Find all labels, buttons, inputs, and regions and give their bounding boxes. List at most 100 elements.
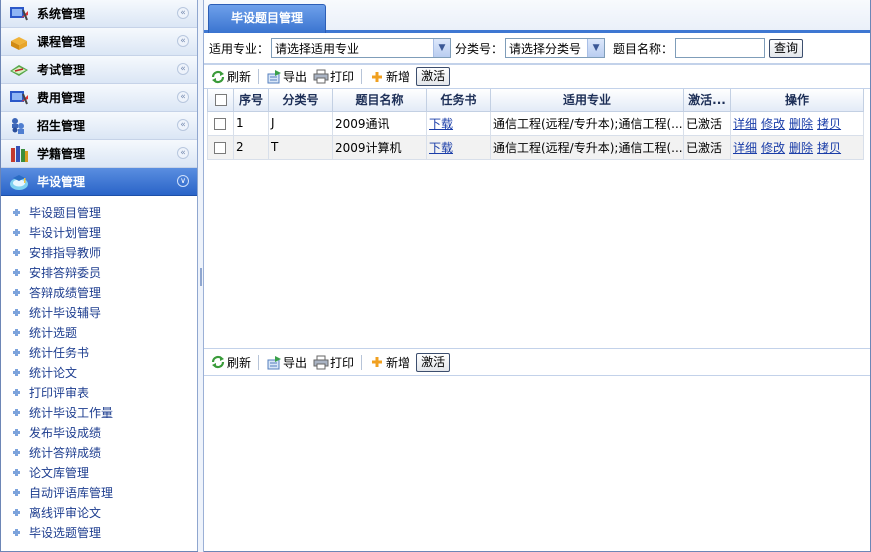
splitter-grip-icon[interactable]: [200, 268, 202, 286]
title-search-input[interactable]: [675, 38, 766, 58]
select-all-checkbox[interactable]: [214, 94, 227, 107]
row-checkbox[interactable]: [214, 141, 226, 154]
detail-link[interactable]: 详细: [733, 141, 757, 155]
bullet-icon: [13, 408, 20, 416]
column-header[interactable]: 适用专业: [490, 89, 684, 112]
course-icon: [8, 33, 30, 51]
books-icon: [8, 145, 30, 163]
activate-button[interactable]: 激活: [416, 352, 451, 372]
table-row: 2 T 2009计算机 下载 通信工程(远程/专升本);通信工程(... 已激活…: [207, 134, 864, 160]
row-category: T: [268, 134, 333, 160]
delete-link[interactable]: 删除: [789, 141, 813, 155]
refresh-button[interactable]: 刷新: [210, 354, 251, 371]
query-button[interactable]: 查询: [769, 38, 804, 58]
row-select-cell: [207, 134, 234, 160]
bullet-icon: [13, 528, 20, 536]
nav-section-course[interactable]: 课程管理 «: [1, 28, 197, 56]
title-label: 题目名称：: [613, 41, 674, 56]
sidebar-subitem[interactable]: 统计毕设辅导: [1, 302, 197, 322]
row-task-cell: 下载: [426, 110, 491, 136]
sidebar-subitem[interactable]: 毕设选题管理: [1, 522, 197, 542]
sidebar-subitem[interactable]: 统计答辩成绩: [1, 442, 197, 462]
print-button[interactable]: 打印: [313, 68, 354, 85]
nav-section-fee[interactable]: 费用管理 «: [1, 84, 197, 112]
topics-table: 序号 分类号 题目名称 任务书 适用专业 激活... 操作 1 J 2009通讯…: [207, 89, 864, 160]
collapse-icon[interactable]: «: [177, 35, 189, 47]
row-checkbox[interactable]: [214, 117, 226, 130]
edit-link[interactable]: 修改: [761, 117, 785, 131]
dropdown-arrow-icon[interactable]: ▼: [587, 39, 605, 57]
sidebar-subitem-label: 统计任务书: [29, 345, 90, 360]
nav-section-system[interactable]: 系统管理 «: [1, 0, 197, 28]
tab-bar: 毕设题目管理: [204, 0, 870, 33]
category-select-value: 请选择分类号: [509, 41, 582, 56]
refresh-icon: [210, 69, 226, 85]
bullet-icon: [13, 328, 20, 336]
nav-section-graduation[interactable]: 毕设管理 ∨: [1, 168, 197, 196]
sidebar-subitem[interactable]: 安排指导教师: [1, 242, 197, 262]
category-select[interactable]: 请选择分类号 ▼: [505, 38, 606, 58]
column-header[interactable]: 题目名称: [332, 89, 427, 112]
sidebar-subitem[interactable]: 打印评审表: [1, 382, 197, 402]
collapse-icon[interactable]: «: [177, 147, 189, 159]
table-area: 序号 分类号 题目名称 任务书 适用专业 激活... 操作 1 J 2009通讯…: [204, 89, 870, 349]
nav-section-student-records[interactable]: 学籍管理 «: [1, 140, 197, 168]
activate-button[interactable]: 激活: [416, 67, 451, 86]
sidebar-subitem[interactable]: 离线评审论文: [1, 502, 197, 522]
sidebar-subitem-label: 安排指导教师: [29, 245, 102, 260]
add-button[interactable]: 新增: [369, 68, 410, 85]
collapse-icon[interactable]: «: [177, 63, 189, 75]
dropdown-arrow-icon[interactable]: ▼: [433, 39, 451, 57]
collapse-icon[interactable]: «: [177, 7, 189, 19]
sidebar-subitem[interactable]: 论文库管理: [1, 462, 197, 482]
sidebar-subitem-label: 发布毕设成绩: [29, 425, 102, 440]
add-button[interactable]: 新增: [369, 354, 410, 371]
sidebar-subitem[interactable]: 发布毕设成绩: [1, 422, 197, 442]
add-label: 新增: [386, 355, 411, 370]
expand-icon[interactable]: ∨: [177, 175, 189, 187]
sidebar-subitem[interactable]: 统计选题: [1, 322, 197, 342]
nav-section-label: 系统管理: [37, 7, 86, 21]
sidebar-subitem[interactable]: 毕设计划管理: [1, 222, 197, 242]
refresh-icon: [210, 354, 226, 370]
download-link[interactable]: 下载: [429, 141, 453, 155]
export-button[interactable]: 导出: [266, 68, 307, 85]
detail-link[interactable]: 详细: [733, 117, 757, 131]
copy-link[interactable]: 拷贝: [817, 117, 841, 131]
sidebar-subitem-label: 论文库管理: [29, 465, 90, 480]
copy-link[interactable]: 拷贝: [817, 141, 841, 155]
print-button[interactable]: 打印: [313, 354, 354, 371]
collapse-icon[interactable]: «: [177, 119, 189, 131]
bullet-icon: [13, 348, 20, 356]
download-link[interactable]: 下载: [429, 117, 453, 131]
column-header[interactable]: 分类号: [268, 89, 333, 112]
sidebar-subitem[interactable]: 毕设题目管理: [1, 202, 197, 222]
export-button[interactable]: 导出: [266, 354, 307, 371]
nav-section-enroll[interactable]: 招生管理 «: [1, 112, 197, 140]
sidebar-subitem-label: 统计毕设工作量: [29, 405, 114, 420]
row-actions: 详细 修改 删除 拷贝: [730, 134, 864, 160]
column-header[interactable]: 序号: [233, 89, 269, 112]
sidebar-subitem[interactable]: 统计论文: [1, 362, 197, 382]
sidebar-subitem[interactable]: 安排答辩委员: [1, 262, 197, 282]
sidebar-subitem-label: 安排答辩委员: [29, 265, 102, 280]
sidebar-subitem[interactable]: 答辩成绩管理: [1, 282, 197, 302]
column-header[interactable]: 任务书: [426, 89, 491, 112]
export-label: 导出: [283, 70, 308, 84]
row-actions: 详细 修改 删除 拷贝: [730, 110, 864, 136]
sidebar-subitem[interactable]: 统计任务书: [1, 342, 197, 362]
exam-icon: [8, 61, 30, 79]
delete-link[interactable]: 删除: [789, 117, 813, 131]
plus-icon: [369, 354, 385, 370]
column-header[interactable]: 激活...: [683, 89, 731, 112]
nav-section-exam[interactable]: 考试管理 «: [1, 56, 197, 84]
tab-topic-management[interactable]: 毕设题目管理: [208, 4, 326, 33]
major-select[interactable]: 请选择适用专业 ▼: [271, 38, 452, 58]
sidebar-subitem[interactable]: 自动评语库管理: [1, 482, 197, 502]
sidebar-subitem[interactable]: 统计毕设工作量: [1, 402, 197, 422]
edit-link[interactable]: 修改: [761, 141, 785, 155]
nav-section-label: 学籍管理: [37, 147, 86, 161]
collapse-icon[interactable]: «: [177, 91, 189, 103]
refresh-button[interactable]: 刷新: [210, 68, 251, 85]
row-major: 通信工程(远程/专升本);通信工程(...: [490, 110, 684, 136]
